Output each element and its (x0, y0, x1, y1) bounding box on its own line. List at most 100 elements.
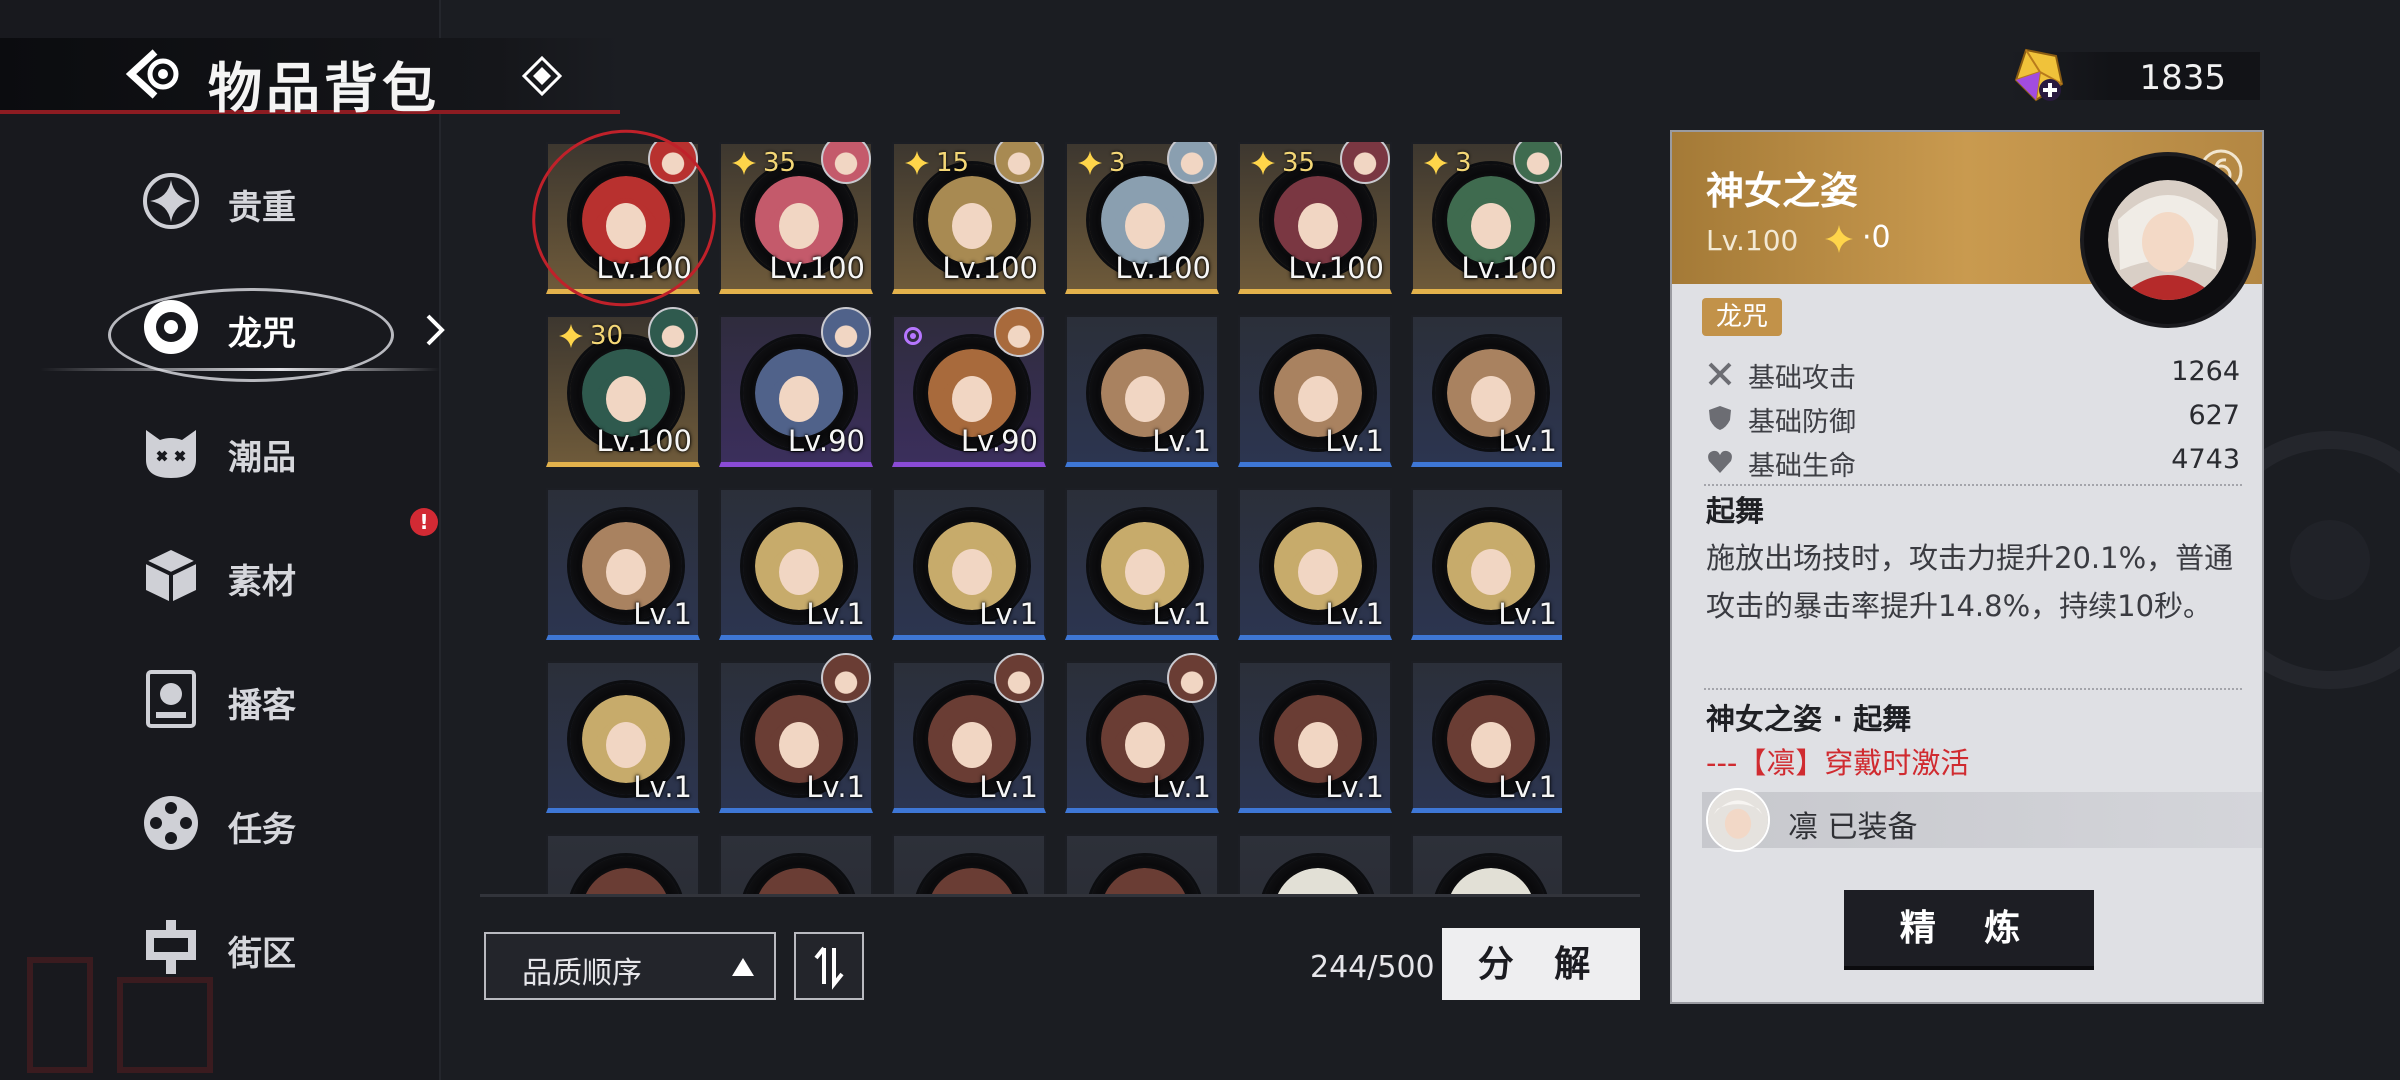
stat-row-attack: 基础攻击 1264 (1706, 352, 2240, 396)
item-level-label: Lv.90 (787, 424, 865, 458)
item-slot[interactable]: 15 Lv.100 (892, 142, 1046, 294)
item-slot[interactable]: Lv.1 (892, 488, 1046, 640)
status-dot-icon (904, 327, 922, 345)
item-slot[interactable] (1411, 834, 1562, 896)
crossed-swords-icon (1708, 362, 1732, 386)
item-level-label: Lv.90 (960, 424, 1038, 458)
item-level-label: Lv.1 (806, 770, 865, 804)
sidebar-item-label: 素材 (228, 562, 296, 602)
sidebar-item-tasks[interactable]: 任务 (140, 784, 420, 864)
refine-button[interactable]: 精 炼 (1844, 890, 2094, 966)
star-count-text: 35 (763, 148, 797, 178)
item-slot[interactable]: Lv.1 (1065, 488, 1219, 640)
item-slot[interactable]: Lv.1 (892, 653, 1046, 813)
item-level-label: Lv.1 (1498, 597, 1557, 631)
sort-order-icon (814, 946, 844, 990)
back-icon[interactable] (125, 48, 185, 100)
star-icon (732, 151, 756, 175)
item-level-label: Lv.1 (1152, 424, 1211, 458)
owner-avatar (994, 142, 1044, 184)
active-indicator-bar (40, 368, 440, 371)
divider (1704, 484, 2242, 486)
district-icon (146, 920, 196, 974)
item-type-tag: 龙咒 (1702, 298, 1783, 336)
item-level-label: Lv.1 (979, 597, 1038, 631)
item-level-label: Lv.1 (1498, 770, 1557, 804)
item-slot[interactable]: Lv.1 (1238, 315, 1392, 467)
item-slot[interactable]: Lv.1 (719, 488, 873, 640)
item-level-label: Lv.1 (633, 770, 692, 804)
item-slot[interactable]: Lv.1 (1411, 488, 1562, 640)
currency-display[interactable]: 1835 (2010, 48, 2260, 102)
star-count-badge: 3 (1419, 148, 1478, 178)
star-count-text: 3 (1455, 148, 1472, 178)
star-icon (1825, 225, 1853, 253)
item-level-label: Lv.1 (806, 597, 865, 631)
item-slot[interactable]: Lv.90 (892, 307, 1046, 467)
item-slot[interactable]: Lv.90 (719, 307, 873, 467)
sidebar-item-dragon-curse[interactable]: 龙咒 (140, 288, 420, 368)
item-slot[interactable]: 30 Lv.100 (546, 307, 700, 467)
item-level-label: Lv.100 (596, 424, 692, 458)
detail-header: 神女之姿 Lv.100 ·0 (1672, 132, 2262, 324)
item-level-label: Lv.1 (633, 597, 692, 631)
star-count-badge: 35 (727, 148, 802, 178)
item-slot[interactable]: 35 Lv.100 (719, 142, 873, 294)
star-count-badge: 30 (554, 321, 629, 351)
item-slot[interactable]: Lv.1 (1411, 315, 1562, 467)
item-level-label: Lv.100 (1115, 251, 1211, 285)
sort-order-button[interactable] (794, 932, 864, 1000)
item-slot[interactable]: 35 Lv.100 (1238, 142, 1392, 294)
item-slot[interactable]: Lv.1 (546, 488, 700, 640)
item-level-label: Lv.1 (1152, 770, 1211, 804)
sidebar-item-district[interactable]: 街区 (140, 908, 420, 988)
item-slot[interactable]: 3 Lv.100 (1065, 142, 1219, 294)
currency-value: 1835 (2139, 58, 2226, 98)
item-slot[interactable] (892, 834, 1046, 896)
equipped-by-text: 凛 已装备 (1788, 810, 1918, 845)
owner-avatar (821, 307, 871, 357)
item-level-label: Lv.100 (942, 251, 1038, 285)
diamond-icon[interactable] (522, 56, 562, 96)
decompose-button[interactable]: 分 解 (1442, 928, 1640, 1000)
owner-avatar (648, 307, 698, 357)
item-detail-panel: 神女之姿 Lv.100 ·0 龙咒 基础攻击 1264 基础防御 627 基础生… (1672, 132, 2262, 1002)
item-slot[interactable]: Lv.1 (546, 661, 700, 813)
star-icon (1251, 151, 1275, 175)
stat-label: 基础攻击 (1748, 363, 1856, 394)
item-slot[interactable]: Lv.1 (719, 653, 873, 813)
item-slot[interactable]: Lv.1 (1238, 488, 1392, 640)
item-portrait-frame (2084, 156, 2252, 324)
gem-plus-icon[interactable] (2010, 46, 2066, 104)
star-count-text: 3 (1109, 148, 1126, 178)
item-slot[interactable] (1238, 834, 1392, 896)
stat-value: 1264 (2171, 356, 2240, 387)
sidebar-item-label: 龙咒 (228, 314, 296, 354)
sidebar-item-valuables[interactable]: 贵重 (140, 162, 420, 242)
sidebar-item-podcast[interactable]: 播客 (140, 660, 420, 740)
item-slot[interactable] (546, 834, 700, 896)
sidebar-item-trendy[interactable]: 潮品 (140, 412, 420, 492)
item-slot[interactable]: Lv.1 (1065, 653, 1219, 813)
page-title: 物品背包 (208, 56, 440, 120)
sidebar-item-materials[interactable]: 素材 (140, 536, 420, 616)
star-count-badge: 15 (900, 148, 975, 178)
item-level-label: Lv.1 (1152, 597, 1211, 631)
item-name: 神女之姿 (1706, 168, 1859, 213)
item-slot[interactable]: Lv.1 (1238, 661, 1392, 813)
item-slot[interactable]: Lv.1 (1411, 661, 1562, 813)
item-level-label: Lv.100 (769, 251, 865, 285)
item-slot[interactable]: 3 Lv.100 (1411, 142, 1562, 294)
star-count-badge: 3 (1073, 148, 1132, 178)
item-slot[interactable]: Lv.1 (1065, 315, 1219, 467)
film-reel-icon (144, 796, 198, 850)
stat-value: 4743 (2171, 444, 2240, 475)
sort-dropdown[interactable]: 品质顺序 (484, 932, 776, 1000)
triangle-up-icon (732, 958, 754, 976)
header-bar: 物品背包 (0, 38, 620, 120)
stat-label: 基础生命 (1748, 451, 1856, 482)
item-slot[interactable] (1065, 834, 1219, 896)
sidebar-item-label: 贵重 (228, 188, 296, 228)
star-icon (905, 151, 929, 175)
item-slot[interactable] (719, 834, 873, 896)
